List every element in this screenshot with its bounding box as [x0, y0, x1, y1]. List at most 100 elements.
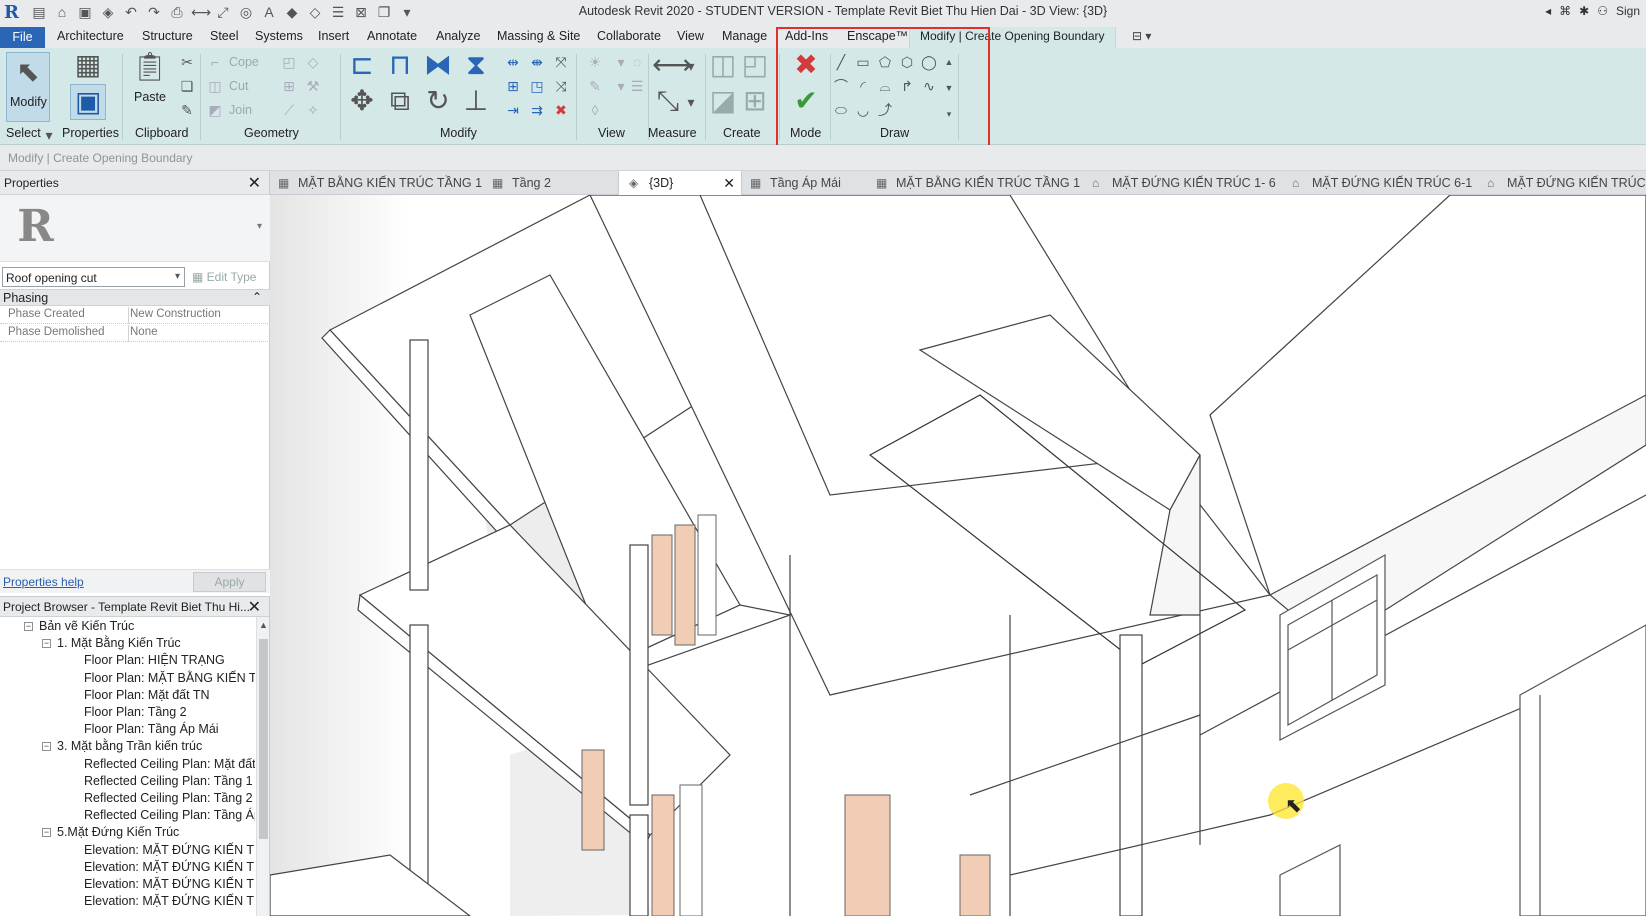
tab-insert[interactable]: Insert [318, 29, 349, 43]
move-icon[interactable]: ✥ [346, 86, 378, 116]
trim-extend-icon[interactable]: ⊥ [460, 86, 492, 116]
trim-multiple-icon[interactable]: ⇉ [528, 102, 546, 118]
paste-label[interactable]: Paste [134, 90, 166, 104]
tab-view[interactable]: View [677, 29, 704, 43]
tree-item[interactable]: Floor Plan: Mặt đất TN [84, 688, 210, 706]
tab-annotate[interactable]: Annotate [367, 29, 417, 43]
dimension-dropdown-icon[interactable]: ▾ [682, 94, 700, 110]
3d-viewport[interactable] [270, 195, 1646, 916]
ribbon-minimize-icon[interactable]: ⊟ ▾ [1132, 29, 1151, 43]
type-preview[interactable]: R ▾ [0, 195, 270, 262]
remove-paint-icon[interactable]: ✧ [304, 102, 322, 118]
view-options-icon[interactable]: ☰ [628, 78, 646, 94]
tab-systems[interactable]: Systems [255, 29, 303, 43]
tree-item[interactable]: Elevation: MẶT ĐỨNG KIẾN TRÚ [84, 877, 255, 895]
collapse-tree-icon[interactable]: − [24, 622, 33, 631]
create-parts-icon[interactable]: ◰ [740, 50, 770, 80]
collapse-icon[interactable]: ⌃ [252, 290, 262, 304]
property-row[interactable]: Phase Demolished None [0, 325, 270, 342]
tab-structure[interactable]: Structure [142, 29, 193, 43]
tree-item[interactable]: Floor Plan: Tầng Áp Mái [84, 722, 219, 740]
tree-folder[interactable]: −1. Mặt Bằng Kiến Trúc [42, 636, 181, 654]
properties-help-link[interactable]: Properties help [3, 575, 84, 589]
browser-scrollbar[interactable]: ▲ [256, 617, 269, 916]
create-group-icon[interactable]: ◪ [708, 86, 738, 116]
tree-item[interactable]: Reflected Ceiling Plan: Mặt đất [84, 757, 255, 775]
trim-single-icon[interactable]: ⇥ [504, 102, 522, 118]
tree-item[interactable]: Floor Plan: MẶT BẰNG KIẾN TRÚ [84, 671, 255, 689]
hide-icon[interactable]: ◌ [628, 54, 646, 70]
copy-modify-icon[interactable]: ⧉ [384, 86, 416, 116]
view-tab-tang-ap-mai[interactable]: ▦ Tầng Áp Mái [750, 171, 841, 195]
select-dropdown-icon[interactable]: ▾ [40, 127, 58, 143]
close-icon[interactable]: ✕ [248, 597, 261, 617]
mirror-draw-icon[interactable]: ⧗ [460, 50, 492, 80]
collapse-tree-icon[interactable]: − [42, 828, 51, 838]
close-tab-icon[interactable]: ✕ [723, 171, 735, 195]
properties-group-label[interactable]: Properties [62, 126, 119, 140]
view-tab-mat-bang-1b[interactable]: ▦ MẶT BẰNG KIẾN TRÚC TẦNG 1 [876, 171, 1080, 195]
tree-item[interactable]: Reflected Ceiling Plan: Tầng Áp [84, 808, 255, 826]
select-group-label[interactable]: Select [6, 126, 41, 140]
aligned-dimension-icon[interactable]: ⤡ [652, 86, 684, 116]
tree-folder[interactable]: −5.Mặt Đứng Kiến Trúc [42, 825, 179, 843]
linework-icon[interactable]: ✎ [586, 78, 604, 94]
tree-folder[interactable]: − Bản vẽ Kiến Trúc [24, 619, 134, 637]
pin-icon[interactable]: ⤧ [552, 54, 570, 70]
tree-item[interactable]: Reflected Ceiling Plan: Tầng 2 [84, 791, 253, 809]
measure-icon[interactable]: ⟷ [652, 50, 692, 80]
properties-button[interactable]: ▣ [70, 84, 106, 120]
measure-dropdown-icon[interactable]: ▾ [682, 58, 700, 74]
tree-folder[interactable]: −3. Mặt bằng Trần kiến trúc [42, 739, 202, 757]
collapse-tree-icon[interactable]: − [42, 742, 51, 752]
paint-icon[interactable]: ◇ [304, 54, 322, 70]
offset-icon[interactable]: ⊓ [384, 50, 416, 80]
view-tab-mat-dung-a[interactable]: ⌂ MẶT ĐỨNG KIẾN TRÚC A [1487, 171, 1646, 195]
delete-icon[interactable]: ✖ [552, 102, 570, 118]
split-gap-icon[interactable]: ⇼ [528, 54, 546, 70]
tree-item[interactable]: Elevation: MẶT ĐỨNG KIẾN TRÚ [84, 894, 255, 912]
view-tab-3d[interactable]: ◈ {3D} ✕ [618, 171, 742, 195]
phasing-section-header[interactable]: Phasing ⌃ [0, 289, 270, 306]
close-icon[interactable]: ✕ [248, 173, 261, 193]
house-3d-model[interactable] [270, 195, 1646, 916]
cut-icon[interactable]: ✂ [178, 54, 196, 70]
tab-architecture[interactable]: Architecture [57, 29, 124, 43]
split-face-icon[interactable]: ◰ [280, 54, 298, 70]
family-types-icon[interactable]: ▦ [70, 50, 106, 80]
unpin-icon[interactable]: ⤨ [552, 78, 570, 94]
type-selector[interactable]: Roof opening cut ▾ [2, 267, 185, 287]
view-tab-mat-bang-1[interactable]: ▦ MẶT BẰNG KIẾN TRÚC TẦNG 1 [278, 171, 482, 195]
pick-icon[interactable]: ◊ [586, 102, 604, 118]
tree-item[interactable]: Elevation: MẶT ĐỨNG KIẾN TRÚ [84, 860, 255, 878]
view-tab-mat-dung-6-1[interactable]: ⌂ MẶT ĐỨNG KIẾN TRÚC 6-1 [1292, 171, 1472, 195]
array-icon[interactable]: ⊞ [504, 78, 522, 94]
sign-in-label[interactable]: Sign [1616, 4, 1640, 18]
apply-button[interactable]: Apply [193, 572, 266, 592]
collapse-tree-icon[interactable]: − [42, 639, 51, 649]
tree-item[interactable]: Floor Plan: HIỆN TRẠNG [84, 653, 225, 671]
tab-collaborate[interactable]: Collaborate [597, 29, 661, 43]
join-icon[interactable]: ◩ [206, 102, 224, 118]
tree-item[interactable]: Floor Plan: Tầng 2 [84, 705, 187, 723]
modify-button[interactable]: ⬉ Modify [6, 52, 50, 122]
override-graphics-icon[interactable]: ☀ [586, 54, 604, 70]
tree-item[interactable]: Reflected Ceiling Plan: Tầng 1 [84, 774, 253, 792]
tab-steel[interactable]: Steel [210, 29, 239, 43]
tab-manage[interactable]: Manage [722, 29, 767, 43]
cope-icon[interactable]: ⌐ [206, 54, 224, 70]
rotate-icon[interactable]: ↻ [422, 86, 454, 116]
paste-icon[interactable]: 📋︎ [132, 52, 168, 82]
unjoin-icon[interactable]: ⟋ [280, 102, 298, 118]
split-icon[interactable]: ⇹ [504, 54, 522, 70]
scroll-up-icon[interactable]: ▲ [259, 620, 268, 630]
help-icon[interactable]: ✱ [1579, 4, 1589, 18]
create-assembly-icon[interactable]: ◫ [708, 50, 738, 80]
tab-analyze[interactable]: Analyze [436, 29, 480, 43]
edit-type-button[interactable]: ▦ Edit Type [192, 270, 256, 284]
tab-massing-site[interactable]: Massing & Site [497, 29, 580, 43]
wall-joins-icon[interactable]: ⊞ [280, 78, 298, 94]
tab-file[interactable]: File [0, 27, 45, 48]
user-icon[interactable]: ⚇ [1597, 4, 1608, 18]
scrollbar-thumb[interactable] [259, 639, 268, 839]
